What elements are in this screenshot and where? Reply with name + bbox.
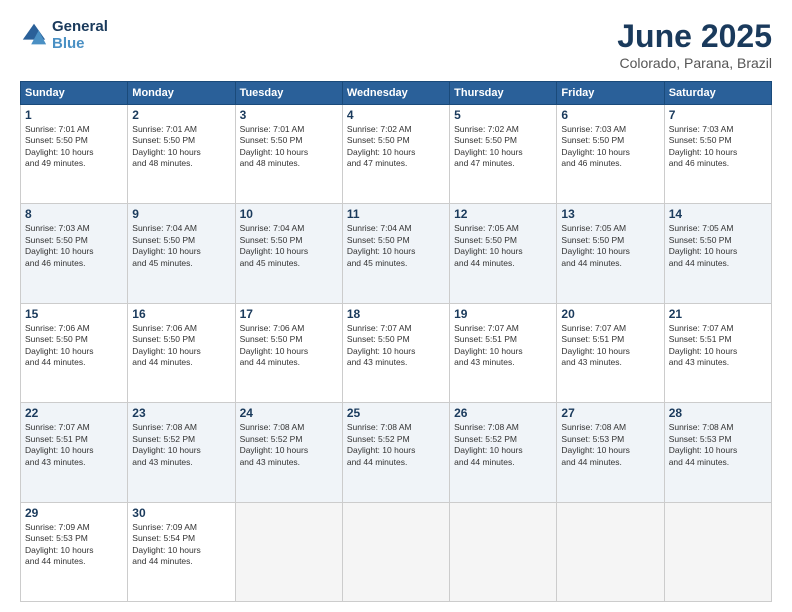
table-row: 2Sunrise: 7:01 AMSunset: 5:50 PMDaylight… <box>128 105 235 204</box>
header: General Blue June 2025 Colorado, Parana,… <box>20 18 772 71</box>
col-friday: Friday <box>557 82 664 105</box>
table-row: 1Sunrise: 7:01 AMSunset: 5:50 PMDaylight… <box>21 105 128 204</box>
logo-icon <box>20 21 48 49</box>
table-row: 25Sunrise: 7:08 AMSunset: 5:52 PMDayligh… <box>342 403 449 502</box>
table-row: 23Sunrise: 7:08 AMSunset: 5:52 PMDayligh… <box>128 403 235 502</box>
table-row: 29Sunrise: 7:09 AMSunset: 5:53 PMDayligh… <box>21 502 128 601</box>
table-row: 26Sunrise: 7:08 AMSunset: 5:52 PMDayligh… <box>450 403 557 502</box>
table-row: 21Sunrise: 7:07 AMSunset: 5:51 PMDayligh… <box>664 303 771 402</box>
logo: General Blue <box>20 18 108 52</box>
table-row: 17Sunrise: 7:06 AMSunset: 5:50 PMDayligh… <box>235 303 342 402</box>
col-thursday: Thursday <box>450 82 557 105</box>
page: General Blue June 2025 Colorado, Parana,… <box>0 0 792 612</box>
calendar-table: Sunday Monday Tuesday Wednesday Thursday… <box>20 81 772 602</box>
table-row: 8Sunrise: 7:03 AMSunset: 5:50 PMDaylight… <box>21 204 128 303</box>
table-row: 5Sunrise: 7:02 AMSunset: 5:50 PMDaylight… <box>450 105 557 204</box>
table-row: 6Sunrise: 7:03 AMSunset: 5:50 PMDaylight… <box>557 105 664 204</box>
table-row: 9Sunrise: 7:04 AMSunset: 5:50 PMDaylight… <box>128 204 235 303</box>
table-row <box>664 502 771 601</box>
col-sunday: Sunday <box>21 82 128 105</box>
col-monday: Monday <box>128 82 235 105</box>
table-row: 30Sunrise: 7:09 AMSunset: 5:54 PMDayligh… <box>128 502 235 601</box>
table-row: 11Sunrise: 7:04 AMSunset: 5:50 PMDayligh… <box>342 204 449 303</box>
location-title: Colorado, Parana, Brazil <box>617 55 772 71</box>
table-row <box>342 502 449 601</box>
table-row: 14Sunrise: 7:05 AMSunset: 5:50 PMDayligh… <box>664 204 771 303</box>
table-row: 18Sunrise: 7:07 AMSunset: 5:50 PMDayligh… <box>342 303 449 402</box>
col-tuesday: Tuesday <box>235 82 342 105</box>
table-row: 3Sunrise: 7:01 AMSunset: 5:50 PMDaylight… <box>235 105 342 204</box>
col-wednesday: Wednesday <box>342 82 449 105</box>
title-block: June 2025 Colorado, Parana, Brazil <box>617 18 772 71</box>
table-row: 10Sunrise: 7:04 AMSunset: 5:50 PMDayligh… <box>235 204 342 303</box>
logo-text: General Blue <box>52 18 108 52</box>
table-row: 16Sunrise: 7:06 AMSunset: 5:50 PMDayligh… <box>128 303 235 402</box>
col-saturday: Saturday <box>664 82 771 105</box>
table-row <box>235 502 342 601</box>
table-row: 28Sunrise: 7:08 AMSunset: 5:53 PMDayligh… <box>664 403 771 502</box>
table-row: 19Sunrise: 7:07 AMSunset: 5:51 PMDayligh… <box>450 303 557 402</box>
table-row: 13Sunrise: 7:05 AMSunset: 5:50 PMDayligh… <box>557 204 664 303</box>
table-row: 22Sunrise: 7:07 AMSunset: 5:51 PMDayligh… <box>21 403 128 502</box>
calendar-header-row: Sunday Monday Tuesday Wednesday Thursday… <box>21 82 772 105</box>
table-row <box>557 502 664 601</box>
table-row <box>450 502 557 601</box>
table-row: 7Sunrise: 7:03 AMSunset: 5:50 PMDaylight… <box>664 105 771 204</box>
table-row: 12Sunrise: 7:05 AMSunset: 5:50 PMDayligh… <box>450 204 557 303</box>
table-row: 20Sunrise: 7:07 AMSunset: 5:51 PMDayligh… <box>557 303 664 402</box>
table-row: 27Sunrise: 7:08 AMSunset: 5:53 PMDayligh… <box>557 403 664 502</box>
table-row: 4Sunrise: 7:02 AMSunset: 5:50 PMDaylight… <box>342 105 449 204</box>
month-title: June 2025 <box>617 18 772 55</box>
table-row: 15Sunrise: 7:06 AMSunset: 5:50 PMDayligh… <box>21 303 128 402</box>
table-row: 24Sunrise: 7:08 AMSunset: 5:52 PMDayligh… <box>235 403 342 502</box>
